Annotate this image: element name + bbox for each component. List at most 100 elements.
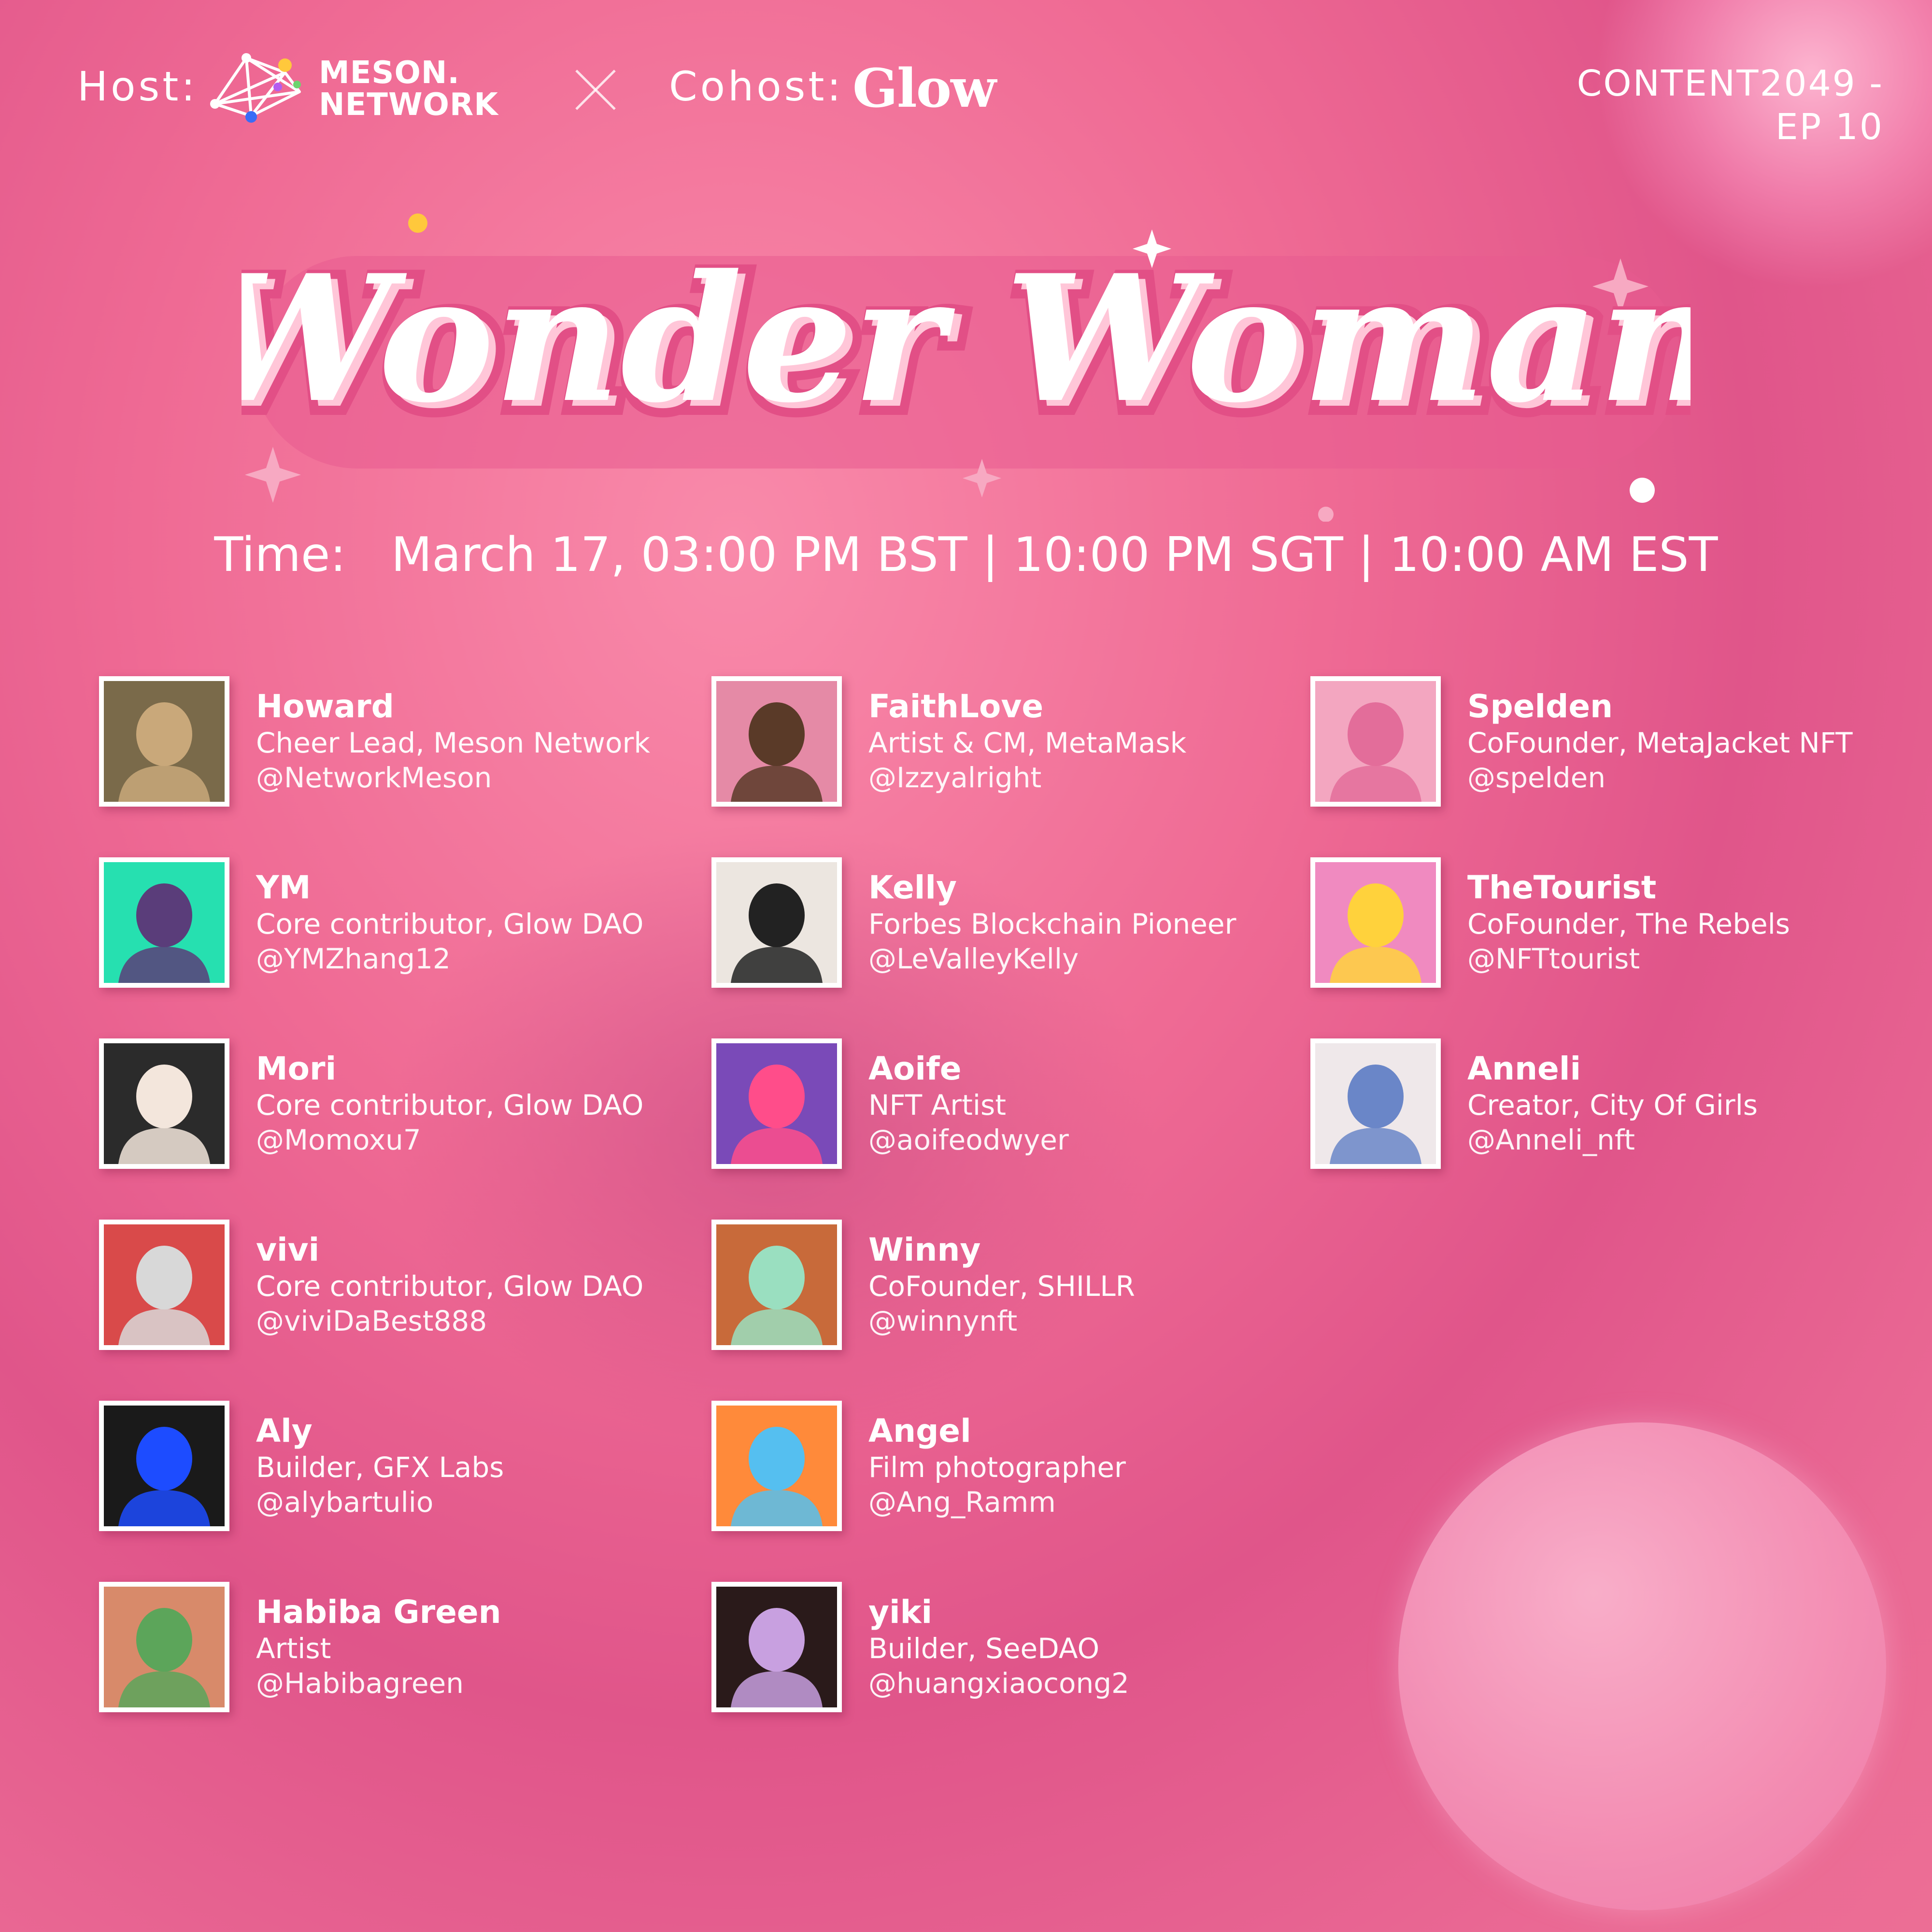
speaker-card: yiki Builder, SeeDAO @huangxiaocong2 <box>711 1582 1306 1717</box>
speaker-info: Winny CoFounder, SHILLR @winnynft <box>868 1231 1303 1338</box>
avatar-image <box>104 681 225 802</box>
avatar-image <box>1315 681 1436 802</box>
speaker-handle: @NFTtourist <box>1467 942 1640 975</box>
speaker-card: Howard Cheer Lead, Meson Network @NetworkM… <box>99 676 693 811</box>
speaker-info: yiki Builder, SeeDAO @huangxiaocong2 <box>868 1593 1303 1701</box>
speaker-info: Habiba Green Artist @Habibagreen <box>256 1593 691 1701</box>
speaker-handle: @Anneli_nft <box>1467 1123 1635 1156</box>
event-title-graphic: Wonder Woman Wonder Woman <box>242 233 1690 456</box>
episode-label: CONTENT2049 - EP 10 <box>1546 62 1884 149</box>
speaker-card: Aoife NFT Artist @aoifeodwyer <box>711 1038 1306 1174</box>
speaker-role: Film photographer <box>868 1451 1126 1484</box>
speaker-handle: @LeValleyKelly <box>868 942 1079 975</box>
speaker-role: CoFounder, MetaJacket NFT <box>1467 726 1853 759</box>
avatar-image <box>716 1043 837 1164</box>
speaker-handle: @viviDaBest888 <box>256 1305 487 1337</box>
speaker-card: TheTourist CoFounder, The Rebels @NFTtouri… <box>1310 857 1904 993</box>
avatar-image <box>104 1043 225 1164</box>
episode-line2: EP 10 <box>1775 106 1884 148</box>
speaker-role: Artist & CM, MetaMask <box>868 726 1187 759</box>
speaker-info: Aly Builder, GFX Labs @alybartulio <box>256 1412 691 1520</box>
speaker-avatar <box>711 1582 842 1712</box>
time-label: Time: <box>214 527 346 582</box>
speaker-info: Mori Core contributor, Glow DAO @Momoxu7 <box>256 1050 691 1157</box>
speaker-card: YM Core contributor, Glow DAO @YMZhang12 <box>99 857 693 993</box>
speaker-role: NFT Artist <box>868 1089 1006 1122</box>
speaker-avatar <box>1310 857 1441 988</box>
speaker-handle: @spelden <box>1467 761 1606 794</box>
speaker-avatar <box>711 1038 842 1169</box>
speaker-handle: @Momoxu7 <box>256 1123 421 1156</box>
speaker-name: Angel <box>868 1412 971 1449</box>
speaker-card: Kelly Forbes Blockchain Pioneer @LeValleyK… <box>711 857 1306 993</box>
avatar-image <box>1315 862 1436 983</box>
avatar-figure <box>731 1608 823 1707</box>
speaker-card: Spelden CoFounder, MetaJacket NFT @spelden <box>1310 676 1904 811</box>
event-title: Wonder Woman <box>242 237 1690 441</box>
avatar-image <box>104 1587 225 1707</box>
speaker-name: vivi <box>256 1231 320 1268</box>
avatar-image <box>716 1587 837 1707</box>
speaker-info: YM Core contributor, Glow DAO @YMZhang12 <box>256 869 691 976</box>
speaker-card: Winny CoFounder, SHILLR @winnynft <box>711 1220 1306 1355</box>
speaker-name: Mori <box>256 1050 337 1087</box>
speaker-role: Builder, SeeDAO <box>868 1632 1100 1665</box>
speaker-card: Anneli Creator, City Of Girls @Anneli_nft <box>1310 1038 1904 1174</box>
speaker-role: Cheer Lead, Meson Network <box>256 726 650 759</box>
speaker-avatar <box>99 1582 229 1712</box>
speaker-info: Spelden CoFounder, MetaJacket NFT @spelden <box>1467 688 1902 795</box>
speaker-name: Kelly <box>868 869 957 906</box>
cohost-brand-logo: Glow <box>852 57 996 119</box>
speaker-name: TheTourist <box>1467 869 1657 906</box>
speaker-card: vivi Core contributor, Glow DAO @viviDaBes… <box>99 1220 693 1355</box>
speaker-role: Builder, GFX Labs <box>256 1451 504 1484</box>
speaker-avatar <box>99 857 229 988</box>
meson-network-logo-icon <box>210 53 301 123</box>
host-brand-name: MESON. NETWORK <box>319 57 498 121</box>
speaker-card: Angel Film photographer @Ang_Ramm <box>711 1401 1306 1536</box>
avatar-image <box>104 1224 225 1345</box>
speaker-handle: @Habibagreen <box>256 1667 464 1700</box>
event-time: Time: March 17, 03:00 PM BST | 10:00 PM … <box>0 527 1932 582</box>
decorative-bubble <box>1398 1422 1886 1910</box>
speaker-role: Creator, City Of Girls <box>1467 1089 1758 1122</box>
speaker-role: Forbes Blockchain Pioneer <box>868 908 1236 940</box>
speaker-card: Aly Builder, GFX Labs @alybartulio <box>99 1401 693 1536</box>
speaker-info: FaithLove Artist & CM, MetaMask @Izzyalrig… <box>868 688 1303 795</box>
speaker-name: Winny <box>868 1231 981 1268</box>
speaker-handle: @Izzyalright <box>868 761 1042 794</box>
host-brand-line1: MESON. <box>319 55 460 91</box>
speaker-avatar <box>99 676 229 807</box>
speaker-handle: @YMZhang12 <box>256 942 451 975</box>
speaker-avatar <box>99 1401 229 1531</box>
speaker-name: Anneli <box>1467 1050 1581 1087</box>
speaker-handle: @huangxiaocong2 <box>868 1667 1129 1700</box>
host-brand-line2: NETWORK <box>319 87 498 123</box>
speaker-info: Aoife NFT Artist @aoifeodwyer <box>868 1050 1303 1157</box>
episode-line1: CONTENT2049 - <box>1577 63 1884 104</box>
avatar-image <box>1315 1043 1436 1164</box>
speaker-avatar <box>711 857 842 988</box>
avatar-figure <box>731 702 823 802</box>
cohost-label: Cohost: <box>669 63 844 110</box>
speaker-handle: @winnynft <box>868 1305 1018 1337</box>
speaker-name: Howard <box>256 688 394 725</box>
event-poster: Host: MESON. NETWORK Cohost: Glow CONTEN… <box>0 0 1932 1932</box>
avatar-figure <box>1330 883 1421 983</box>
speaker-name: YM <box>256 869 311 906</box>
speaker-name: Aoife <box>868 1050 962 1087</box>
avatar-image <box>716 681 837 802</box>
avatar-figure <box>731 883 823 983</box>
speaker-info: vivi Core contributor, Glow DAO @viviDaBes… <box>256 1231 691 1338</box>
speaker-name: Spelden <box>1467 688 1613 725</box>
host-label: Host: <box>77 63 198 110</box>
speaker-avatar <box>711 1220 842 1350</box>
title-block: Wonder Woman Wonder Woman <box>242 213 1690 522</box>
avatar-image <box>104 862 225 983</box>
speaker-card: Mori Core contributor, Glow DAO @Momoxu7 <box>99 1038 693 1174</box>
speaker-handle: @Ang_Ramm <box>868 1486 1056 1519</box>
speaker-handle: @alybartulio <box>256 1486 434 1519</box>
speaker-role: CoFounder, SHILLR <box>868 1270 1135 1303</box>
speaker-role: Artist <box>256 1632 331 1665</box>
avatar-image <box>716 1224 837 1345</box>
